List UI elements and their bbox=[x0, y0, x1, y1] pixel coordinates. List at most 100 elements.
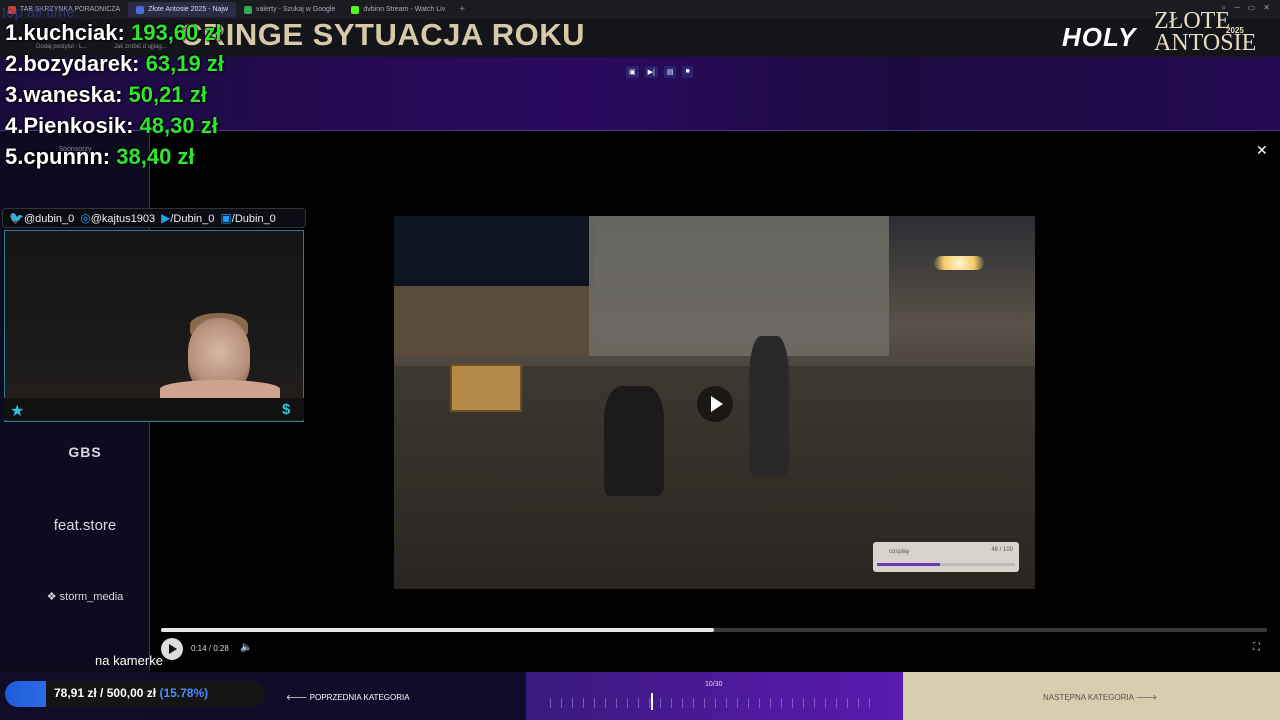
social-handle-text: /Dubin_0 bbox=[231, 213, 276, 225]
donation-goal-fill bbox=[5, 681, 47, 707]
tab-favicon-icon bbox=[244, 5, 252, 14]
dollar-icon: $ bbox=[282, 401, 291, 418]
social-handle: ▶/Dubin_0 bbox=[161, 211, 214, 225]
goal-current: 78,91 zł bbox=[54, 686, 97, 700]
storm-icon: ❖ bbox=[46, 591, 60, 603]
tab-label: valerty - Szukaj w Google bbox=[256, 6, 336, 13]
cosplay-progress bbox=[877, 563, 1015, 566]
leaderboard-name: waneska: bbox=[23, 82, 123, 107]
social-handles: 🐦@dubin_0 ◎@kajtus1903 ▶/Dubin_0 ▣/Dubin_0 bbox=[2, 208, 306, 228]
tab-label: dvbinn Stream - Watch Liv bbox=[363, 6, 446, 13]
category-counter: 10/30 bbox=[705, 681, 723, 688]
category-progress-panel bbox=[526, 672, 903, 720]
arrow-left-icon: 🡐 bbox=[286, 693, 310, 702]
leaderboard-row: 2.bozydarek: 63,19 zł bbox=[5, 51, 224, 82]
tab-favicon-icon bbox=[136, 5, 145, 14]
leaderboard-amount: 63,19 zł bbox=[145, 51, 224, 76]
browser-tab[interactable]: Złote Antosie 2025 - Najw bbox=[128, 2, 236, 17]
category-ticks bbox=[550, 698, 880, 708]
close-icon[interactable]: ✕ bbox=[1263, 3, 1270, 13]
leaderboard-rank: 4. bbox=[5, 113, 24, 138]
twitch-icon: ▣ bbox=[220, 211, 232, 225]
widget-icon[interactable]: ▤ bbox=[663, 66, 677, 78]
leaderboard-row: 5.cpunnn: 38,40 zł bbox=[5, 144, 224, 175]
sponsor-storm-media[interactable]: ❖ storm_media bbox=[10, 590, 160, 603]
new-tab-icon[interactable]: + bbox=[453, 4, 471, 15]
leaderboard-name: cpunnn: bbox=[23, 144, 111, 169]
fullscreen-icon[interactable]: ⛶ bbox=[1253, 642, 1260, 653]
sponsor-feat-label: feat.store bbox=[53, 517, 117, 534]
leaderboard-rank: 3. bbox=[5, 82, 24, 107]
leaderboard-name: bozydarek: bbox=[23, 51, 140, 76]
leaderboard-amount: 48,30 zł bbox=[139, 113, 218, 138]
webcam-footer bbox=[4, 398, 304, 420]
video-scene-kneeling-person bbox=[604, 386, 664, 496]
header-controls: ▣ ▶| ▤ ■ bbox=[626, 66, 693, 78]
camera-icon[interactable]: ■ bbox=[682, 66, 693, 78]
player-play-button[interactable] bbox=[161, 638, 183, 660]
player-time: 0:14 / 0:28 bbox=[191, 644, 229, 653]
volume-icon[interactable]: 🔈 bbox=[240, 642, 252, 653]
video-scene-standing-person bbox=[749, 336, 789, 476]
category-title: CRINGE SYTUACJA ROKU bbox=[180, 17, 585, 52]
social-handle: 🐦@dubin_0 bbox=[9, 211, 74, 225]
arrow-right-icon: 🡒 bbox=[1133, 693, 1158, 702]
video-progress-bar[interactable] bbox=[161, 628, 1267, 632]
leaderboard-amount: 38,40 zł bbox=[116, 144, 195, 169]
video-progress-fill bbox=[161, 628, 714, 632]
star-icon: ★ bbox=[10, 403, 25, 420]
next-category-label-wrap: NASTĘPNA KATEGORIA 🡒 bbox=[1043, 692, 1157, 702]
donation-leaderboard: 1.kuchciak: 193,60 zł 2.bozydarek: 63,19 … bbox=[5, 20, 224, 175]
social-handle: ◎@kajtus1903 bbox=[80, 211, 155, 225]
close-modal-icon[interactable]: ✕ bbox=[1256, 142, 1268, 159]
next-category-label: NASTĘPNA KATEGORIA bbox=[1043, 693, 1134, 702]
logo-year: 2025 bbox=[1226, 26, 1244, 35]
current-category-marker bbox=[651, 693, 653, 710]
social-handle-text: @kajtus1903 bbox=[90, 213, 156, 225]
cosplay-progress-fill bbox=[877, 563, 941, 566]
logo-line-2: ANTOSIE bbox=[1154, 30, 1257, 56]
sponsor-storm-label: storm_media bbox=[59, 591, 124, 603]
leaderboard-row: 4.Pienkosik: 48,30 zł bbox=[5, 113, 224, 144]
stream-page: TAB SKRZYNKA PORADNICZA Złote Antosie 202… bbox=[0, 0, 1280, 720]
browser-tab[interactable]: dvbinn Stream - Watch Liv bbox=[343, 2, 453, 17]
previous-category-button[interactable]: 🡐 POPRZEDNIA KATEGORIA bbox=[286, 692, 410, 702]
browser-tab[interactable]: valerty - Szukaj w Google bbox=[236, 2, 343, 17]
cosplay-label: cosplay bbox=[889, 549, 910, 555]
goal-target: 500,00 zł bbox=[106, 686, 157, 700]
holy-logo: HOLY bbox=[1062, 22, 1137, 52]
video-scene-buildings bbox=[394, 286, 594, 356]
sponsor-gbs-label: GBS bbox=[68, 444, 102, 460]
leaderboard-rank: 1. bbox=[5, 20, 24, 45]
social-handle-text: @dubin_0 bbox=[23, 213, 75, 225]
instagram-icon: ◎ bbox=[80, 211, 91, 225]
cosplay-count: 46 / 100 bbox=[991, 547, 1013, 553]
leaderboard-amount: 193,60 zł bbox=[130, 20, 222, 45]
tab-favicon-icon bbox=[351, 5, 360, 14]
video-scene-streetlamp bbox=[934, 256, 984, 270]
leaderboard-row: 1.kuchciak: 193,60 zł bbox=[5, 20, 224, 51]
screen-icon[interactable]: ▣ bbox=[626, 66, 639, 78]
video-scene-piano bbox=[450, 364, 522, 412]
donation-goal-text: 78,91 zł / 500,00 zł (15.78%) bbox=[54, 686, 208, 700]
video-play-icon[interactable] bbox=[697, 386, 733, 422]
leaderboard-amount: 50,21 zł bbox=[128, 82, 207, 107]
top-all-time-label: top all time bbox=[2, 4, 75, 21]
prev-category-label: POPRZEDNIA KATEGORIA bbox=[309, 693, 410, 702]
twitter-icon: 🐦 bbox=[9, 211, 24, 225]
social-handle: ▣/Dubin_0 bbox=[220, 211, 275, 225]
leaderboard-name: Pienkosik: bbox=[23, 113, 134, 138]
video-scene-scaffold bbox=[589, 216, 889, 356]
skip-icon[interactable]: ▶| bbox=[644, 66, 658, 78]
goal-percent: (15.78%) bbox=[159, 686, 209, 700]
tab-label: Złote Antosie 2025 - Najw bbox=[148, 6, 228, 13]
youtube-icon: ▶ bbox=[161, 211, 171, 225]
social-handle-text: /Dubin_0 bbox=[170, 213, 215, 225]
leaderboard-rank: 2. bbox=[5, 51, 24, 76]
goal-separator: / bbox=[100, 686, 104, 700]
sponsor-gbs[interactable]: GBS bbox=[10, 444, 160, 460]
leaderboard-name: kuchciak: bbox=[23, 20, 125, 45]
sponsor-feat-store[interactable]: feat.store bbox=[10, 517, 160, 534]
leaderboard-rank: 5. bbox=[5, 144, 24, 169]
cosplay-goal-widget: cosplay 46 / 100 bbox=[873, 542, 1019, 572]
